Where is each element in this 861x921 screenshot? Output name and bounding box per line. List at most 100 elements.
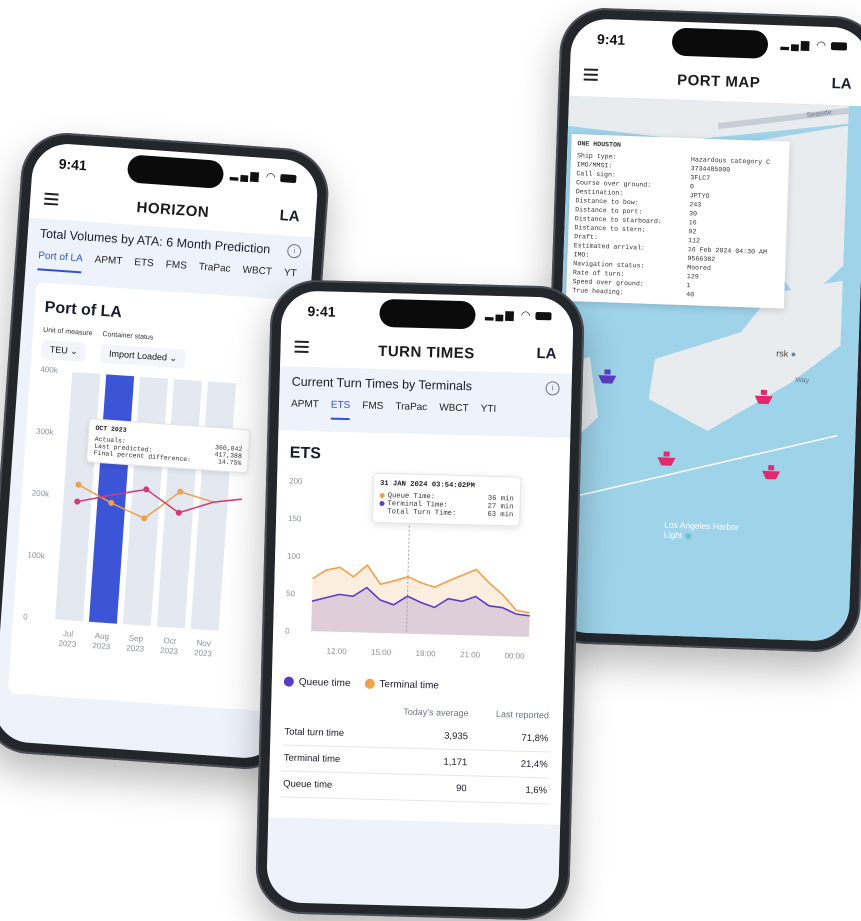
chevron-down-icon: ⌄ xyxy=(69,345,79,357)
x-tick-label: 21:00 xyxy=(460,650,481,660)
x-tick-label: 15:00 xyxy=(371,648,392,658)
row-last-reported: 1,6% xyxy=(468,775,550,804)
x-label-oct: Oct 2023 xyxy=(159,636,179,657)
dynamic-island xyxy=(126,154,225,189)
row-last-reported: 71,8% xyxy=(469,724,551,752)
y-tick-label: 0 xyxy=(285,626,290,635)
place-label: rsk ● xyxy=(776,348,797,360)
ship-icon-purple[interactable] xyxy=(597,367,618,386)
tab-trapac[interactable]: TraPac xyxy=(395,401,427,422)
x-tick-label: 12:00 xyxy=(326,647,347,657)
row-average: 1,171 xyxy=(371,747,470,776)
row-average: 3,935 xyxy=(371,721,471,750)
x-label-jul: Jul 2023 xyxy=(58,628,77,649)
row-last-reported: 21,4% xyxy=(468,749,551,778)
tooltip-value: 14.75% xyxy=(217,458,242,467)
harbor-light-label: Los Angeles Harbor Light ◉ xyxy=(663,519,739,541)
menu-icon[interactable] xyxy=(43,192,59,209)
la-logo: LA xyxy=(831,75,852,93)
turn-times-table: Today's average Last reported Total turn… xyxy=(280,697,552,804)
tab-yti[interactable]: YTI xyxy=(480,404,497,424)
ship-icon[interactable] xyxy=(656,449,677,468)
status-label: Container status xyxy=(102,330,154,342)
terminal-tabs: Port of LA APMT ETS FMS TraPac WBCT YT xyxy=(37,250,300,288)
app-bar: TURN TIMES LA xyxy=(280,330,573,374)
chevron-down-icon: ⌄ xyxy=(169,352,178,364)
ship-icon[interactable] xyxy=(761,463,782,482)
legend-queue-time[interactable]: Queue time xyxy=(283,676,351,689)
vessel-info-popup: ONE HOUSTON Ship type: Hazardous category… xyxy=(565,134,790,309)
y-tick-label: 50 xyxy=(286,589,296,598)
tab-ets[interactable]: ETS xyxy=(330,399,351,421)
la-logo: LA xyxy=(536,344,557,363)
y-tick-label: 150 xyxy=(288,514,302,523)
row-average: 90 xyxy=(370,773,469,802)
unit-label: Unit of measure xyxy=(42,326,93,338)
tooltip-title: 31 JAN 2024 03:54:02PM xyxy=(379,479,475,491)
x-tick-label: 00:00 xyxy=(504,651,525,661)
way-label: Way xyxy=(795,377,810,385)
status-time: 9:41 xyxy=(307,302,336,320)
tab-apmt[interactable]: APMT xyxy=(291,399,319,420)
table-header: Last reported xyxy=(495,709,550,721)
status-dropdown[interactable]: Import Loaded ⌄ xyxy=(100,343,186,369)
terminal-tabs: APMT ETS FMS TraPac WBCT YTI xyxy=(291,399,559,426)
status-time: 9:41 xyxy=(58,155,88,174)
menu-icon[interactable] xyxy=(294,340,309,356)
status-value: Import Loaded xyxy=(108,348,168,363)
unit-dropdown[interactable]: TEU ⌄ xyxy=(41,339,87,362)
app-title: TURN TIMES xyxy=(377,342,476,362)
dynamic-island xyxy=(379,298,476,330)
volume-card: Port of LA Unit of measure TEU ⌄ Contain… xyxy=(7,282,298,712)
signal-wifi-battery-icon: ▂▄▆ ◠ xyxy=(780,37,848,52)
card-title: ETS xyxy=(289,444,322,463)
chart-tooltip: 31 JAN 2024 03:54:02PM Queue Time: 36 min… xyxy=(372,472,522,527)
section-title: Current Turn Times by Terminals xyxy=(291,374,473,394)
location-pin-icon: ● xyxy=(790,348,797,360)
tab-port-of-la[interactable]: Port of LA xyxy=(37,250,84,274)
ship-icon[interactable] xyxy=(753,388,774,407)
tab-wbct[interactable]: WBCT xyxy=(242,265,272,287)
la-logo: LA xyxy=(279,207,301,226)
x-label-sep: Sep 2023 xyxy=(125,633,145,654)
menu-icon[interactable] xyxy=(583,68,599,83)
tab-ets[interactable]: ETS xyxy=(133,257,154,278)
tab-fms[interactable]: FMS xyxy=(362,400,383,421)
x-label-nov: Nov 2023 xyxy=(193,638,213,659)
tooltip-value: 63 min xyxy=(487,510,514,520)
app-title: PORT MAP xyxy=(676,71,761,92)
turn-times-card: ETS 200 150 100 50 0 12:00 15:00 18:00 21:00 00:0… xyxy=(272,430,571,678)
phone-port-map: 9:41 ▂▄▆ ◠ PORT MAP LA Seaside Way rsk ●… xyxy=(538,6,861,654)
info-icon[interactable]: i xyxy=(545,381,560,396)
unit-value: TEU xyxy=(49,344,69,356)
phone-turn-times: 9:41 ▂▄▆ ◠ TURN TIMES LA Current Turn Ti… xyxy=(254,278,586,921)
tab-fms[interactable]: FMS xyxy=(165,259,187,280)
y-tick-label: 200 xyxy=(289,477,303,486)
app-title: HORIZON xyxy=(136,198,210,221)
table-header: Today's average xyxy=(403,706,469,719)
status-time: 9:41 xyxy=(596,30,626,48)
turn-screen: 9:41 ▂▄▆ ◠ TURN TIMES LA Current Turn Ti… xyxy=(266,290,574,910)
stats-area: Queue time Terminal time Today's average… xyxy=(268,670,565,825)
y-tick-label: 100 xyxy=(287,552,301,561)
tooltip-label: Total Turn Time: xyxy=(387,508,457,518)
vessel-info-label: True heading: xyxy=(572,287,624,296)
turn-times-chart: 200 150 100 50 0 12:00 15:00 18:00 21:00 00:00 31… xyxy=(284,471,557,668)
dynamic-island xyxy=(671,27,769,59)
row-label: Total turn time xyxy=(282,719,373,748)
port-map[interactable]: Seaside Way rsk ● Los Angeles Harbor Lig… xyxy=(550,95,861,643)
x-label-aug: Aug 2023 xyxy=(92,631,111,652)
row-label: Terminal time xyxy=(281,744,372,774)
table-header xyxy=(283,697,373,721)
signal-wifi-battery-icon: ▂▄▆ ◠ xyxy=(230,168,297,186)
map-screen: 9:41 ▂▄▆ ◠ PORT MAP LA Seaside Way rsk ●… xyxy=(550,17,861,643)
legend-terminal-time[interactable]: Terminal time xyxy=(364,678,439,692)
x-tick-label: 18:00 xyxy=(415,649,436,659)
lighthouse-icon: ◉ xyxy=(684,530,693,541)
volume-chart: 400k 300k 200k 100k 0 OCT 2023 Actuals: … xyxy=(21,365,282,661)
tab-trapac[interactable]: TraPac xyxy=(198,262,231,284)
info-icon[interactable]: i xyxy=(286,243,302,259)
signal-wifi-battery-icon: ▂▄▆ ◠ xyxy=(485,308,552,323)
tab-wbct[interactable]: WBCT xyxy=(439,402,469,423)
tab-apmt[interactable]: APMT xyxy=(94,254,122,276)
